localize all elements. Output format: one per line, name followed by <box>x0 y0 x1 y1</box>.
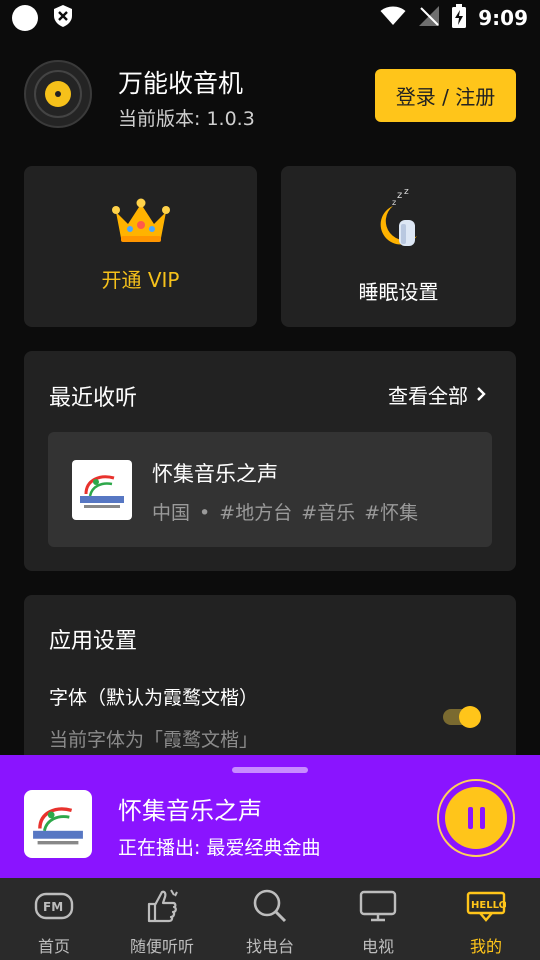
nav-label-find-station: 找电台 <box>245 937 294 956</box>
nav-label-tv: 电视 <box>361 937 394 956</box>
notification-dot-icon <box>12 5 38 31</box>
wifi-icon <box>380 6 406 31</box>
fm-radio-icon: FM <box>34 888 74 924</box>
crown-icon <box>111 198 171 248</box>
app-version: 当前版本: 1.0.3 <box>118 108 255 130</box>
nav-item-tv[interactable]: 电视 <box>324 878 432 960</box>
recent-station-item[interactable]: 怀集音乐之声 中国 • #地方台 #音乐 #怀集 <box>48 432 492 547</box>
nav-label-random: 随便听听 <box>129 937 194 956</box>
app-title: 万能收音机 <box>118 69 244 98</box>
pause-icon <box>445 787 507 849</box>
battery-charging-icon <box>452 3 467 33</box>
hand-gesture-icon <box>143 888 181 924</box>
now-playing-bar[interactable]: 怀集音乐之声 正在播出: 最爱经典金曲 <box>0 755 540 878</box>
pause-button[interactable] <box>437 779 515 857</box>
sleep-settings-label: 睡眠设置 <box>358 280 439 304</box>
nav-item-random[interactable]: 随便听听 <box>108 878 216 960</box>
vip-label: 开通 VIP <box>101 268 180 292</box>
player-now-playing: 正在播出: 最爱经典金曲 <box>118 837 321 859</box>
vinyl-record-icon <box>24 60 92 128</box>
nav-item-find-station[interactable]: 找电台 <box>216 878 324 960</box>
hello-badge-icon: HELLO <box>466 888 506 924</box>
search-icon <box>252 888 288 924</box>
font-toggle-switch[interactable] <box>443 706 481 728</box>
font-setting-label: 字体（默认为霞鹜文楷） <box>49 687 259 709</box>
profile-header: 万能收音机 当前版本: 1.0.3 登录 / 注册 <box>24 60 516 130</box>
status-bar: 9:09 <box>0 0 540 36</box>
app-settings-section: 应用设置 字体（默认为霞鹜文楷） 当前字体为「霞鹜文楷」 <box>24 595 516 765</box>
font-setting-description: 当前字体为「霞鹜文楷」 <box>49 729 259 751</box>
sleep-settings-card[interactable]: z z z 睡眠设置 <box>281 166 516 327</box>
recent-listening-section: 最近收听 查看全部 怀集音乐之声 中国 • #地方台 #音乐 #怀集 <box>24 351 516 571</box>
chevron-right-icon <box>476 383 486 407</box>
nav-label-home: 首页 <box>37 937 70 956</box>
view-all-label: 查看全部 <box>388 384 468 408</box>
station-tags: 中国 • #地方台 #音乐 #怀集 <box>152 502 419 524</box>
nav-label-mine: 我的 <box>469 937 502 956</box>
recent-title: 最近收听 <box>49 386 138 411</box>
station-name: 怀集音乐之声 <box>152 462 278 486</box>
login-register-button[interactable]: 登录 / 注册 <box>375 69 516 122</box>
vip-card[interactable]: 开通 VIP <box>24 166 257 327</box>
station-logo-icon <box>72 460 132 520</box>
settings-title: 应用设置 <box>49 629 138 654</box>
player-station-name: 怀集音乐之声 <box>118 797 262 825</box>
svg-text:FM: FM <box>43 900 63 914</box>
nav-item-mine[interactable]: HELLO 我的 <box>432 878 540 960</box>
tv-icon <box>359 888 397 924</box>
status-time: 9:09 <box>478 6 528 30</box>
no-signal-icon <box>418 5 440 32</box>
shield-icon <box>52 4 74 32</box>
hello-badge-text: HELLO <box>471 900 506 911</box>
nav-item-home[interactable]: FM 首页 <box>0 878 108 960</box>
svg-text:z: z <box>392 198 396 207</box>
bottom-navigation: FM 首页 随便听听 找电台 电视 HELLO 我的 <box>0 878 540 960</box>
player-station-logo-icon <box>24 790 92 858</box>
view-all-link[interactable]: 查看全部 <box>388 380 486 409</box>
svg-text:z: z <box>404 187 409 197</box>
svg-text:z: z <box>397 190 402 201</box>
drag-handle[interactable] <box>232 767 308 773</box>
sleeping-moon-icon: z z z <box>371 186 427 254</box>
